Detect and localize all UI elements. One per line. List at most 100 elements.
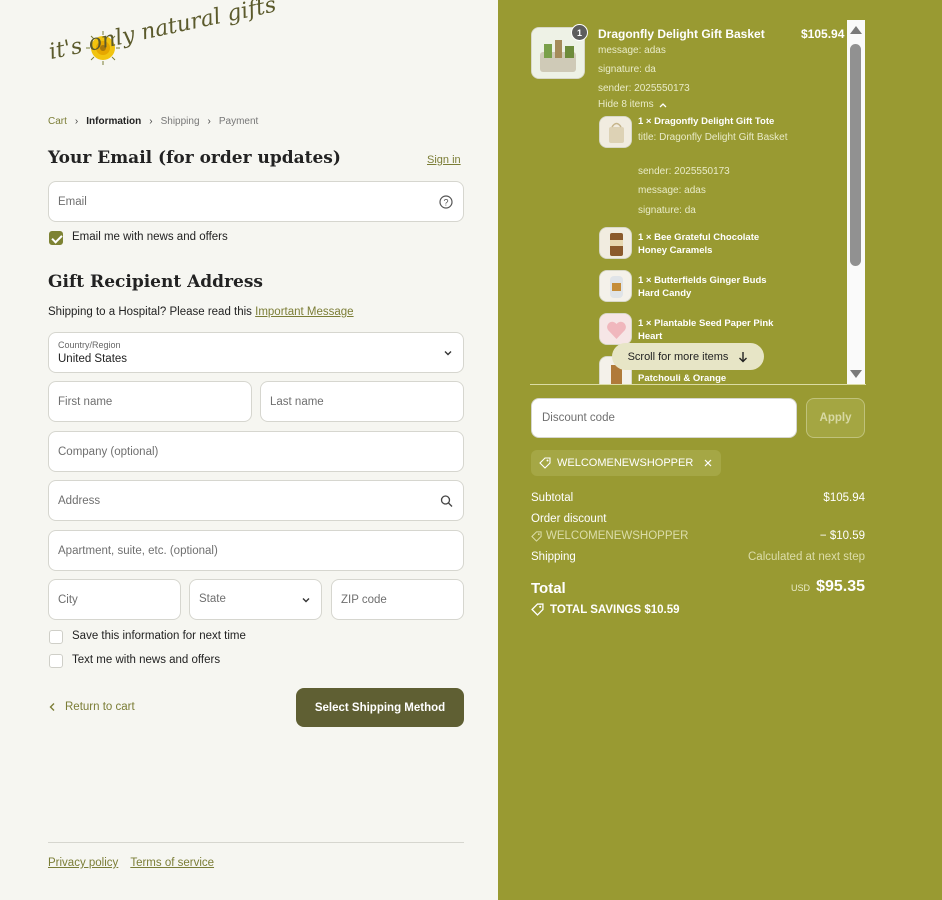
product-title: Dragonfly Delight Gift Basket [598,27,765,41]
save-info-checkbox[interactable] [49,630,63,644]
apartment-placeholder: Apartment, suite, etc. (optional) [58,544,218,557]
order-discount-row: Order discount [531,513,865,525]
city-placeholder: City [58,593,78,606]
quantity-badge: 1 [571,24,588,41]
country-select[interactable]: Country/Region United States [48,332,464,373]
chevron-right-icon: › [149,116,153,127]
breadcrumb-payment: Payment [218,116,259,127]
item-message: message: adas [638,185,706,196]
svg-text:?: ? [443,197,448,207]
chevron-left-icon [49,703,55,711]
last-name-field[interactable]: Last name [260,381,464,422]
total-value: $95.35 [816,578,865,595]
tote-bag-image [600,117,631,147]
order-items-scrollbar[interactable] [847,20,865,384]
subtotal-label: Subtotal [531,492,574,504]
newsletter-checkbox[interactable] [49,231,63,245]
item-sender: sender: 2025550173 [638,166,730,177]
privacy-policy-link[interactable]: Privacy policy [48,857,118,869]
scroll-down-arrow-icon[interactable] [850,370,862,378]
remove-discount-icon[interactable] [703,458,713,468]
breadcrumb-information: Information [86,116,142,127]
address-placeholder: Address [58,494,101,507]
product-message: message: adas [598,45,666,56]
breadcrumb: Cart › Information › Shipping › Payment [48,116,258,127]
item-name: 1 × Bee Grateful Chocolate Honey Caramel… [638,232,760,256]
total-savings-label: TOTAL SAVINGS $10.59 [550,603,680,616]
apartment-field[interactable]: Apartment, suite, etc. (optional) [48,530,464,571]
company-field[interactable]: Company (optional) [48,431,464,472]
tag-icon [531,603,544,616]
text-me-label: Text me with news and offers [72,654,221,666]
caramels-image [600,228,631,258]
checkout-form-column: it's only natural gifts Cart › Informati… [0,0,498,900]
hospital-note-text: Shipping to a Hospital? Please read this [48,306,252,318]
city-field[interactable]: City [48,579,181,620]
select-shipping-method-button[interactable]: Select Shipping Method [296,688,464,727]
product-price: $105.94 [801,27,845,41]
discount-detail: WELCOMENEWSHOPPER [531,530,689,542]
arrow-down-icon [739,351,748,362]
tag-icon [539,457,551,469]
hospital-note: Shipping to a Hospital? Please read this… [48,306,354,318]
order-discount-label: Order discount [531,513,607,525]
currency-code: USD [791,583,811,593]
state-select[interactable]: State [189,579,322,620]
scroll-for-more-button[interactable]: Scroll for more items [612,343,764,370]
product-sender: sender: 2025550173 [598,83,690,94]
return-to-cart-link[interactable]: Return to cart [48,701,135,713]
email-field[interactable]: Email ? [48,181,464,222]
item-signature: signature: da [638,205,696,216]
sign-in-link[interactable]: Sign in [427,154,461,166]
hide-items-label: Hide 8 items [598,99,654,110]
footer-links: Privacy policy Terms of service [48,857,214,869]
breadcrumb-shipping: Shipping [160,116,200,127]
logo-text: it's only natural gifts [46,0,279,65]
email-placeholder: Email [58,195,87,208]
breadcrumb-cart[interactable]: Cart [48,116,67,127]
terms-of-service-link[interactable]: Terms of service [130,857,214,869]
scroll-up-arrow-icon[interactable] [850,26,862,34]
item-name: Patchouli & Orange [638,373,727,384]
zip-field[interactable]: ZIP code [331,579,464,620]
address-field[interactable]: Address [48,480,464,521]
email-section-title: Your Email (for order updates) [48,148,341,168]
applied-discount-chip: WELCOMENEWSHOPPER [531,450,722,476]
important-message-link[interactable]: Important Message [255,306,353,318]
first-name-field[interactable]: First name [48,381,252,422]
shipping-value: Calculated at next step [748,551,865,563]
hide-items-toggle[interactable]: Hide 8 items [598,99,667,110]
total-value-group: USD $95.35 [791,578,865,596]
chevron-up-icon [659,102,667,107]
first-name-placeholder: First name [58,395,113,408]
save-info-label: Save this information for next time [72,630,246,642]
brand-logo[interactable]: it's only natural gifts [47,0,278,98]
subtotal-value: $105.94 [823,492,865,504]
shipping-label: Shipping [531,551,576,563]
item-thumbnail [599,227,632,259]
zip-placeholder: ZIP code [341,593,387,606]
shipping-row: Shipping Calculated at next step [531,551,865,563]
help-icon[interactable]: ? [439,194,453,209]
chevron-down-icon [444,350,452,355]
address-section-title: Gift Recipient Address [48,272,263,292]
item-thumbnail [599,116,632,148]
search-icon [440,494,453,507]
heart-seed-paper-image [600,314,631,344]
item-thumbnail [599,313,632,345]
scrollbar-thumb[interactable] [850,44,861,266]
ginger-candy-image [600,271,631,301]
discount-value: − $10.59 [819,530,865,542]
product-signature: signature: da [598,64,656,75]
total-savings: TOTAL SAVINGS $10.59 [531,603,680,616]
item-name: 1 × Butterfields Ginger Buds Hard Candy [638,275,767,299]
discount-code-field[interactable]: Discount code [531,398,797,438]
item-name: 1 × Plantable Seed Paper Pink Heart [638,318,774,342]
tag-icon [531,530,542,542]
company-placeholder: Company (optional) [58,445,159,458]
apply-discount-button[interactable]: Apply [806,398,865,438]
discount-placeholder: Discount code [542,412,615,424]
text-me-checkbox[interactable] [49,654,63,668]
chevron-right-icon: › [74,116,79,127]
discount-detail-code: WELCOMENEWSHOPPER [546,530,689,542]
